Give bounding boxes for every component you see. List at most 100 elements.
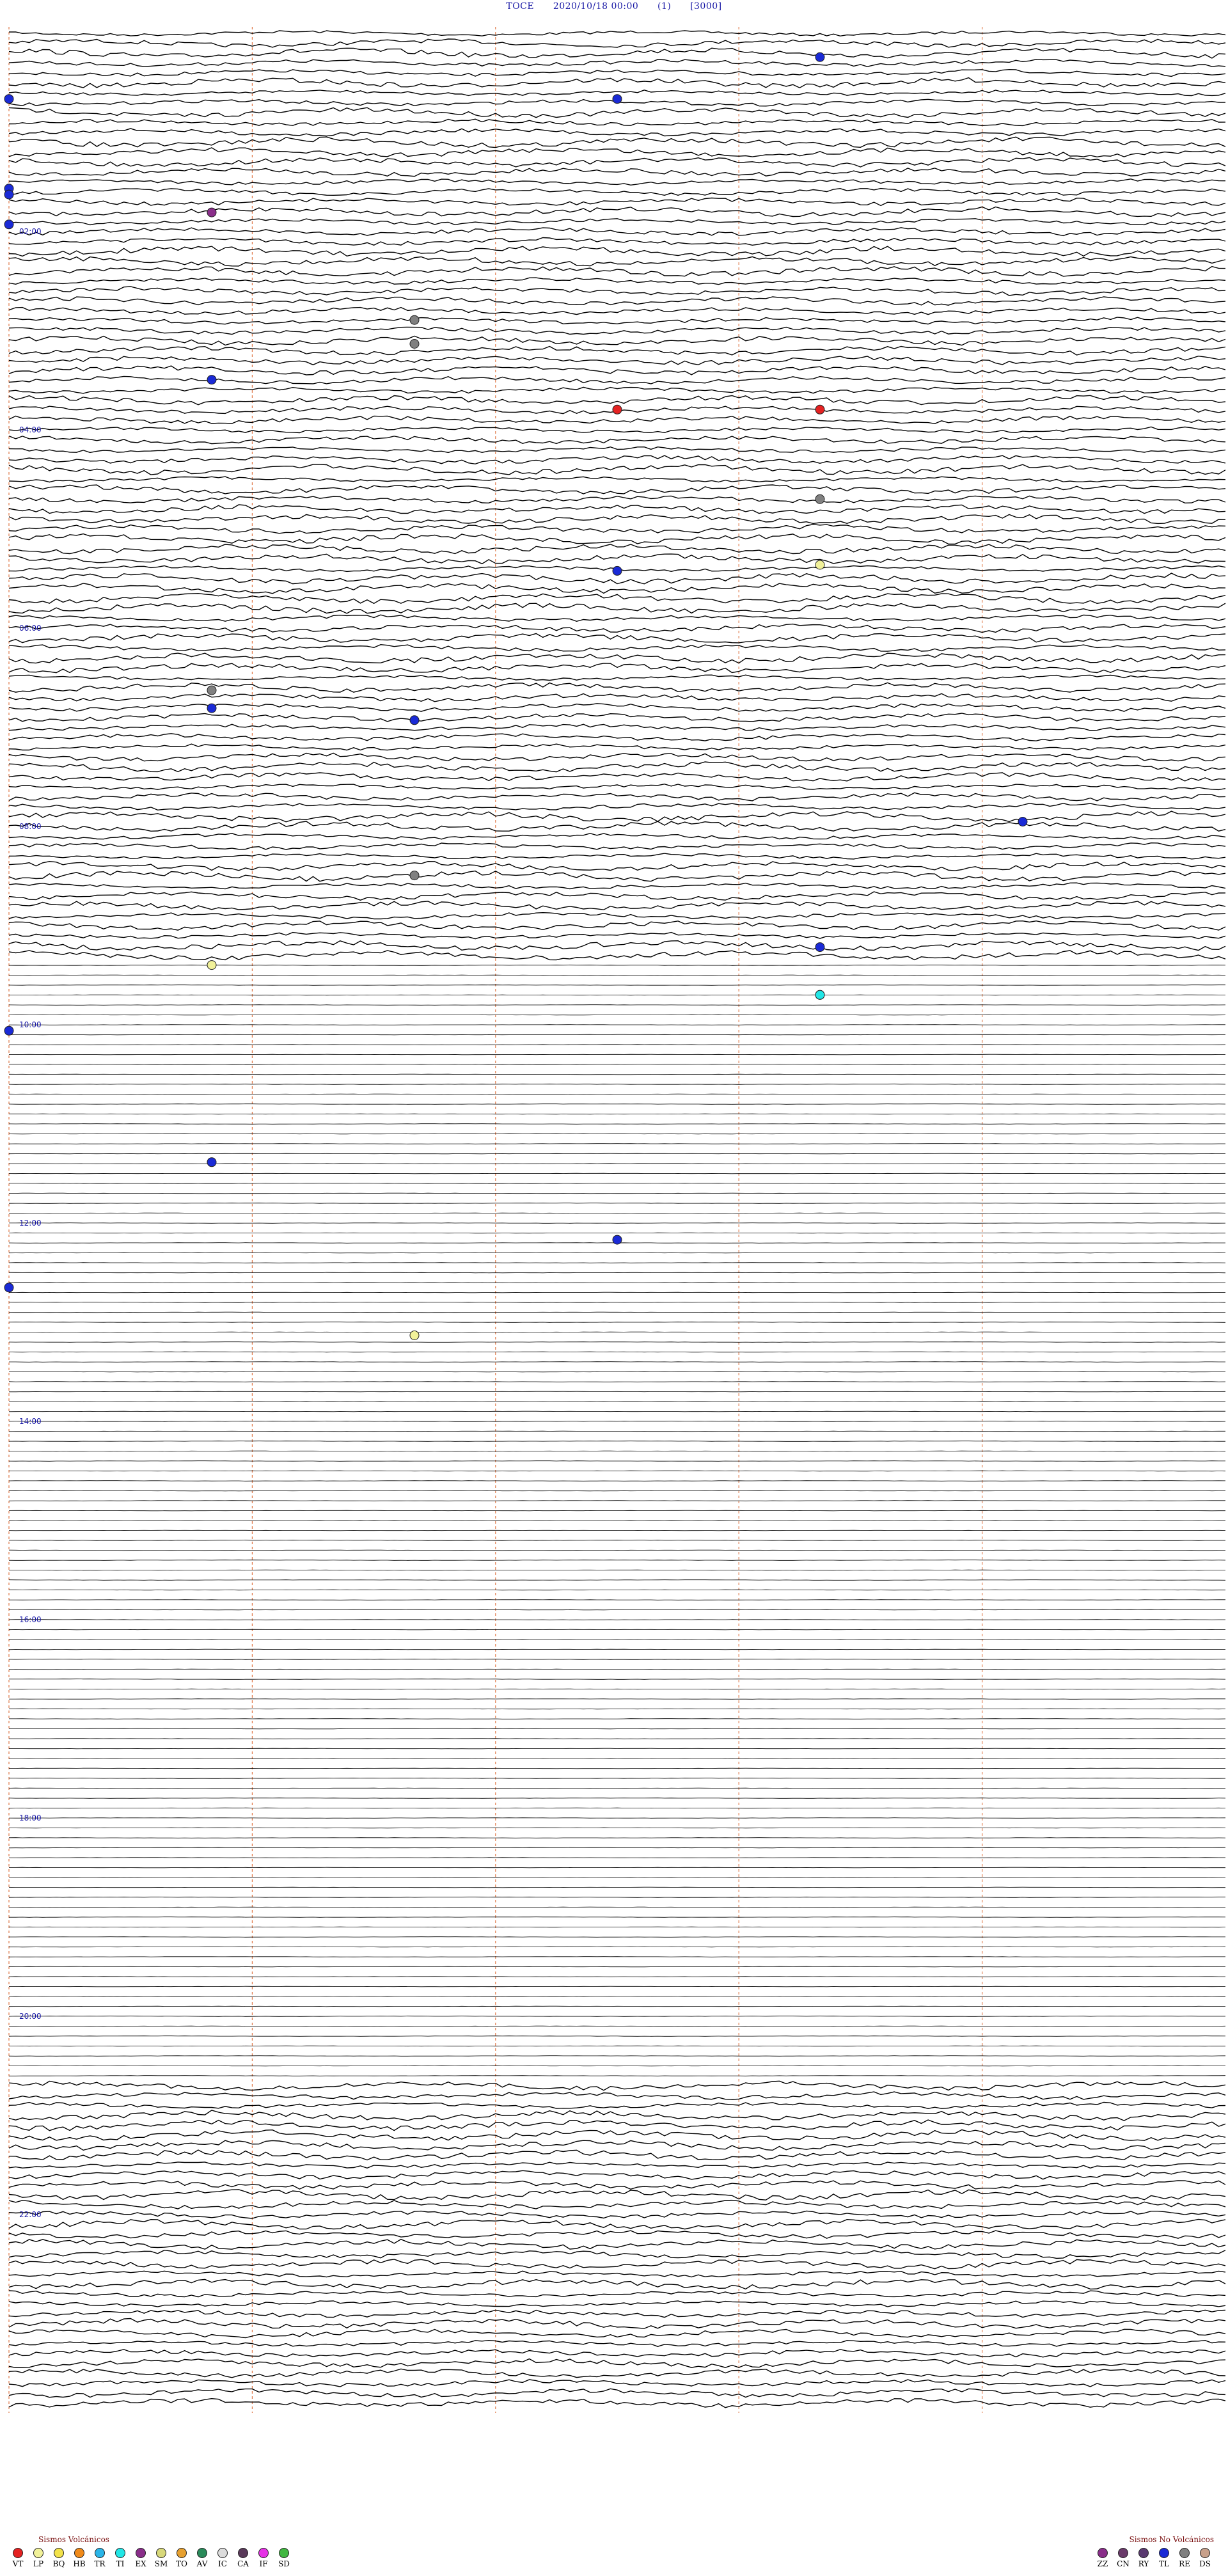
legend-dot (156, 2548, 166, 2558)
trace-row (8, 524, 1226, 534)
event-marker (4, 1283, 14, 1293)
event-marker (207, 207, 217, 217)
trace-row (8, 426, 1226, 434)
legend-volcanic-items: VT LP BQ HB TR TI EX SM TO AV IC CA IF SD (9, 2548, 293, 2568)
trace-row (8, 1579, 1226, 1581)
legend-dot (177, 2548, 187, 2558)
trace-row (8, 2300, 1226, 2307)
trace-row (8, 1460, 1225, 1462)
event-marker (4, 94, 14, 104)
trace-row (9, 1916, 1226, 1918)
hour-label: 14:00 (19, 1417, 42, 1426)
legend-label: HB (73, 2559, 86, 2568)
trace-row (8, 455, 1226, 465)
trace-row (8, 237, 1226, 246)
event-marker (815, 52, 825, 62)
trace-row (8, 1897, 1225, 1898)
trace-row (8, 395, 1226, 406)
trace-row (8, 1490, 1226, 1492)
trace-row (8, 2005, 1226, 2007)
event-marker (207, 703, 217, 713)
trace-row (8, 2180, 1226, 2190)
trace-row (8, 940, 1226, 951)
trace-row (8, 77, 1226, 88)
legend-volcanic-ca: CA (234, 2548, 252, 2568)
hour-label: 12:00 (19, 1219, 42, 1228)
legend-volcanic-ti: TI (111, 2548, 129, 2568)
trace-row (8, 1549, 1226, 1551)
legend-nonvolcanic-ry: RY (1135, 2548, 1153, 2568)
legend-nonvolcanic: Sismos No Volcánicos ZZ CN RY TL RE DS (1094, 2535, 1214, 2568)
trace-row (8, 920, 1226, 931)
trace-row (8, 544, 1226, 555)
trace-row (8, 783, 1226, 791)
event-marker (612, 565, 622, 576)
seismic-traces (8, 30, 1226, 2408)
helicorder-plot: 02:00 04:00 06:00 08:00 10:00 12:00 14:00 16:00… (4, 27, 1226, 2413)
trace-row (8, 1629, 1226, 1631)
event-marker (207, 960, 217, 970)
hour-label: 06:00 (19, 624, 42, 633)
trace-row (8, 2210, 1226, 2219)
legend-label: DS (1199, 2559, 1211, 2568)
trace-row (8, 1430, 1225, 1432)
trace-row (8, 882, 1226, 890)
trace-row (8, 476, 1226, 483)
trace-row (8, 345, 1226, 356)
event-marker (4, 219, 14, 230)
trace-row (8, 870, 1226, 882)
trace-row (8, 2110, 1226, 2121)
legend-volcanic-if: IF (255, 2548, 272, 2568)
legend-label: TI (116, 2559, 125, 2568)
trace-row (9, 1183, 1226, 1184)
trace-row (9, 1540, 1225, 1541)
trace-row (8, 674, 1226, 681)
event-marker (612, 404, 622, 415)
trace-row (8, 1877, 1226, 1878)
trace-row (8, 792, 1226, 802)
trace-row (8, 484, 1226, 494)
hour-label: 20:00 (19, 2012, 42, 2021)
trace-row (8, 1410, 1225, 1412)
trace-row (8, 147, 1226, 158)
trace-row (8, 326, 1226, 335)
trace-row (8, 2140, 1226, 2151)
legend-label: BQ (52, 2559, 65, 2568)
trace-row (8, 1560, 1226, 1561)
trace-row (8, 256, 1226, 267)
legend-dot (74, 2548, 84, 2558)
trace-row (8, 1441, 1225, 1442)
trace-row (8, 446, 1226, 454)
trace-row (8, 965, 1226, 966)
trace-row (8, 286, 1226, 296)
legend-dot (33, 2548, 43, 2558)
event-marker (815, 494, 825, 504)
trace-row (8, 1173, 1226, 1174)
event-marker (409, 1331, 420, 1340)
legend-label: CN (1117, 2559, 1130, 2568)
trace-row (8, 803, 1226, 811)
legend-label: SD (278, 2559, 290, 2568)
legend-dot (258, 2548, 269, 2558)
legend-volcanic-title: Sismos Volcánicos (38, 2535, 109, 2544)
trace-row (8, 860, 1226, 871)
trace-row (8, 2349, 1226, 2358)
trace-row (9, 1867, 1225, 1869)
trace-row (9, 1034, 1226, 1036)
trace-row (9, 1679, 1226, 1680)
legend-volcanic-to: TO (173, 2548, 191, 2568)
hour-label: 16:00 (19, 1615, 42, 1624)
trace-row (8, 912, 1226, 920)
trace-row (8, 1817, 1226, 1819)
trace-row (8, 693, 1226, 702)
trace-row (8, 810, 1226, 823)
trace-row (9, 1986, 1226, 1987)
trace-row (8, 2379, 1226, 2387)
legend-dot (238, 2548, 248, 2558)
trace-row (8, 761, 1226, 773)
event-marker (815, 990, 825, 1000)
legend-label: EX (135, 2559, 146, 2568)
legend-label: SM (154, 2559, 168, 2568)
trace-row (8, 277, 1226, 285)
trace-row (8, 1192, 1225, 1194)
